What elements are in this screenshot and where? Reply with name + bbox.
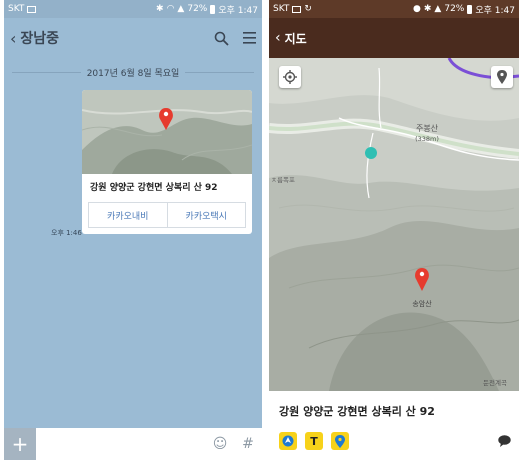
battery-icon — [210, 4, 216, 14]
battery-percent: 72% — [444, 4, 465, 14]
map-pin-icon — [497, 70, 507, 84]
sync-icon: ↻ — [304, 3, 312, 14]
hashtag-button[interactable]: # — [234, 436, 262, 452]
app-links: T — [279, 432, 349, 450]
menu-icon[interactable] — [243, 32, 256, 44]
divider-line — [185, 72, 254, 73]
emoticon-icon[interactable]: ☺ — [206, 436, 234, 452]
location-status-icon: ● — [413, 3, 421, 14]
back-icon[interactable]: ‹ — [10, 29, 16, 48]
map-thumbnail[interactable] — [82, 90, 252, 174]
battery-percent: 72% — [187, 4, 208, 14]
image-notification-icon — [27, 5, 37, 13]
bluetooth-icon: ✱ — [423, 3, 432, 14]
map-label-mountain2: 송암산 — [412, 299, 432, 308]
chat-header: ‹ 장남중 — [4, 18, 262, 58]
signal-icon: ▲ — [434, 3, 442, 14]
wifi-icon: ◠ — [166, 3, 175, 14]
pin-location-button[interactable] — [491, 66, 513, 88]
action-buttons: 카카오내비 카카오택시 — [88, 202, 246, 228]
map-label-elevation1: (338m) — [415, 135, 439, 143]
current-location-dot — [365, 147, 377, 159]
bluetooth-icon: ✱ — [156, 3, 164, 14]
location-address: 강원 양양군 강현면 상복리 산 92 — [279, 405, 435, 418]
map-label-sign2: 둔전계곡 — [483, 378, 507, 387]
kakaonavi-button[interactable]: 카카오내비 — [89, 203, 167, 227]
location-message-card[interactable]: 강원 양양군 강현면 상복리 산 92 카카오내비 카카오택시 — [82, 90, 252, 234]
input-bar: + ☺ # — [4, 428, 262, 460]
image-notification-icon — [292, 5, 302, 13]
date-label: 2017년 6월 8일 목요일 — [86, 69, 180, 79]
map-title: 지도 — [284, 31, 307, 46]
kakaomap-app-icon[interactable] — [331, 432, 349, 450]
battery-icon — [467, 4, 473, 14]
map-label-sign1: ㅊ름폭포 — [271, 176, 295, 184]
carrier-label: SKT — [8, 4, 25, 14]
clock: 오후 1:47 — [475, 5, 515, 16]
chat-bubble-icon[interactable] — [498, 435, 511, 447]
back-icon[interactable]: ‹ — [275, 30, 281, 46]
location-address: 강원 양양군 강현면 상복리 산 92 — [90, 183, 218, 193]
attach-button[interactable]: + — [4, 428, 36, 460]
status-bar: SKT ↻ ● ✱ ▲ 72% 오후 1:47 — [269, 0, 519, 18]
signal-icon: ▲ — [177, 3, 185, 14]
message-time: 오후 1:46 — [51, 229, 82, 237]
chat-screen: SKT ✱ ◠ ▲ 72% 오후 1:47 ‹ 장남중 2017년 6월 8일 … — [4, 0, 262, 460]
map-header: ‹ 지도 — [269, 18, 519, 58]
kakaotaxi-button[interactable]: 카카오택시 — [166, 203, 246, 227]
date-divider: 2017년 6월 8일 목요일 — [4, 66, 262, 79]
divider-line — [12, 72, 81, 73]
kakaonavi-app-icon[interactable] — [279, 432, 297, 450]
taxi-t-icon: T — [310, 434, 318, 448]
map-view[interactable]: 주봉산 (338m) ㅊ름폭포 송암산 둔전계곡 — [269, 58, 519, 391]
carrier-label: SKT — [273, 4, 290, 14]
my-location-button[interactable] — [279, 66, 301, 88]
kakaotaxi-app-icon[interactable]: T — [305, 432, 323, 450]
status-bar: SKT ✱ ◠ ▲ 72% 오후 1:47 — [4, 0, 262, 18]
navigation-arrow-icon — [282, 435, 294, 447]
map-screen: SKT ↻ ● ✱ ▲ 72% 오후 1:47 ‹ 지도 주봉산 (338m) … — [269, 0, 519, 460]
map-pin-icon — [335, 434, 345, 448]
clock: 오후 1:47 — [218, 5, 258, 16]
search-icon[interactable] — [214, 31, 229, 46]
chat-title: 장남중 — [20, 31, 60, 47]
map-label-mountain1: 주봉산 — [416, 123, 439, 133]
locate-icon — [283, 70, 297, 84]
